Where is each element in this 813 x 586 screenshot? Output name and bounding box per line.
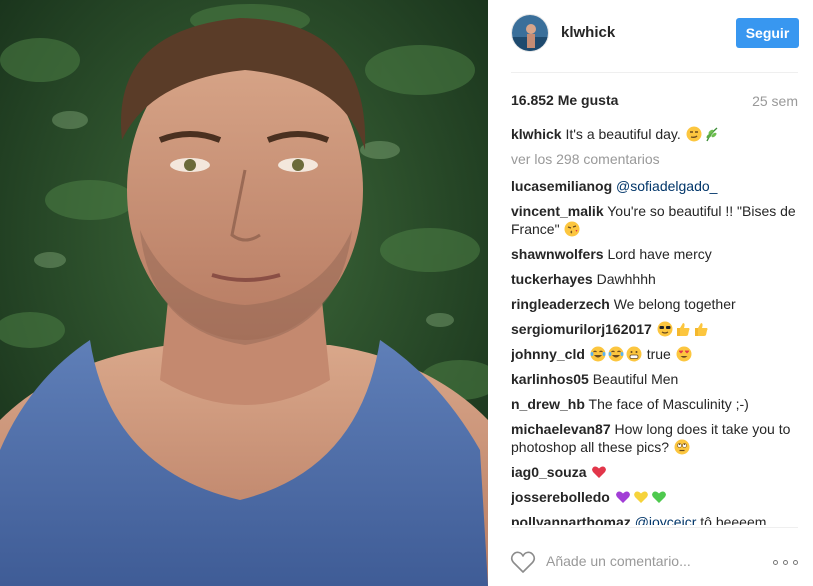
comment-text: Lord have mercy (607, 246, 712, 262)
comment-text: tô beeeem (700, 514, 767, 525)
comment-text: The face of Masculinity ;-) (588, 396, 749, 412)
caption-text: It's a beautiful day. (565, 126, 681, 142)
grimacing-emoji-icon (626, 346, 642, 362)
heart-outline-icon[interactable] (510, 550, 536, 574)
tears-of-joy-emoji-icon (590, 346, 606, 362)
thumbs-up-emoji-icon (676, 323, 690, 336)
comment-item: sergiomurilorj162017 (511, 320, 801, 338)
dot (783, 560, 788, 565)
comment-username[interactable]: vincent_malik (511, 203, 604, 219)
comment-item: johnny_cld true (511, 345, 801, 363)
sunglasses-emoji-icon (657, 321, 673, 337)
add-comment-input[interactable] (546, 548, 746, 574)
tears-of-joy-emoji-icon (608, 346, 624, 362)
post-timestamp[interactable]: 25 sem (752, 93, 798, 109)
comment-mention[interactable]: @sofiadelgado_ (616, 178, 717, 194)
post-author-username[interactable]: klwhick (561, 24, 615, 41)
yellow-heart-emoji-icon (633, 491, 648, 503)
comment-username[interactable]: tuckerhayes (511, 271, 593, 287)
comments-list[interactable]: klwhick It's a beautiful day. ver los 29… (511, 125, 801, 525)
comment-item: pollyannarthomaz @joyceicr tô beeeem (511, 513, 801, 525)
herb-emoji-icon (705, 127, 718, 142)
caption-username[interactable]: klwhick (511, 126, 562, 142)
comment-username[interactable]: michaelevan87 (511, 421, 611, 437)
comment-username[interactable]: lucasemilianog (511, 178, 612, 194)
comment-item: lucasemilianog @sofiadelgado_ (511, 177, 801, 195)
dot (793, 560, 798, 565)
rolling-eyes-emoji-icon (674, 439, 690, 455)
more-options-icon[interactable] (773, 559, 801, 567)
comment-item: michaelevan87 How long does it take you … (511, 420, 801, 456)
comment-item: shawnwolfers Lord have mercy (511, 245, 801, 263)
avatar[interactable] (511, 14, 549, 52)
comment-text: true (646, 346, 671, 362)
view-all-comments-link[interactable]: ver los 298 comentarios (511, 150, 801, 168)
comment-mention[interactable]: @joyceicr (635, 514, 697, 525)
comment-username[interactable]: pollyannarthomaz (511, 514, 631, 525)
comment-text: We belong together (613, 296, 736, 312)
comment-username[interactable]: karlinhos05 (511, 371, 589, 387)
comment-item: ringleaderzech We belong together (511, 295, 801, 313)
comment-text: Dawhhhh (596, 271, 656, 287)
comment-item: josserebolledo (511, 488, 801, 506)
comment-item: tuckerhayes Dawhhhh (511, 270, 801, 288)
comment-username[interactable]: johnny_cld (511, 346, 585, 362)
comment-username[interactable]: iag0_souza (511, 464, 586, 480)
thumbs-up-emoji-icon (694, 323, 708, 336)
comment-username[interactable]: josserebolledo (511, 489, 610, 505)
comment-item: karlinhos05 Beautiful Men (511, 370, 801, 388)
caption: klwhick It's a beautiful day. (511, 125, 801, 143)
comment-item: vincent_malik You're so beautiful !! "Bi… (511, 202, 801, 238)
purple-heart-emoji-icon (615, 491, 630, 503)
comment-username[interactable]: n_drew_hb (511, 396, 585, 412)
post-details-panel: klwhick Seguir 16.852 Me gusta 25 sem kl… (488, 0, 813, 586)
heart-eyes-emoji-icon (676, 346, 692, 362)
green-heart-emoji-icon (651, 491, 666, 503)
kiss-emoji-icon (564, 221, 580, 237)
red-heart-emoji-icon (592, 466, 607, 478)
likes-count[interactable]: 16.852 Me gusta (511, 92, 618, 108)
comment-item: iag0_souza (511, 463, 801, 481)
smirk-emoji-icon (686, 126, 702, 142)
comment-text: Beautiful Men (592, 371, 679, 387)
comment-username[interactable]: ringleaderzech (511, 296, 610, 312)
dot (773, 560, 778, 565)
post-header: klwhick Seguir (488, 0, 813, 72)
comment-item: n_drew_hb The face of Masculinity ;-) (511, 395, 801, 413)
post-photo (0, 0, 488, 586)
comment-username[interactable]: sergiomurilorj162017 (511, 321, 652, 337)
comment-username[interactable]: shawnwolfers (511, 246, 604, 262)
header-divider (511, 72, 798, 73)
footer-divider (511, 527, 798, 528)
comment-footer (488, 538, 813, 586)
follow-button[interactable]: Seguir (736, 18, 799, 48)
